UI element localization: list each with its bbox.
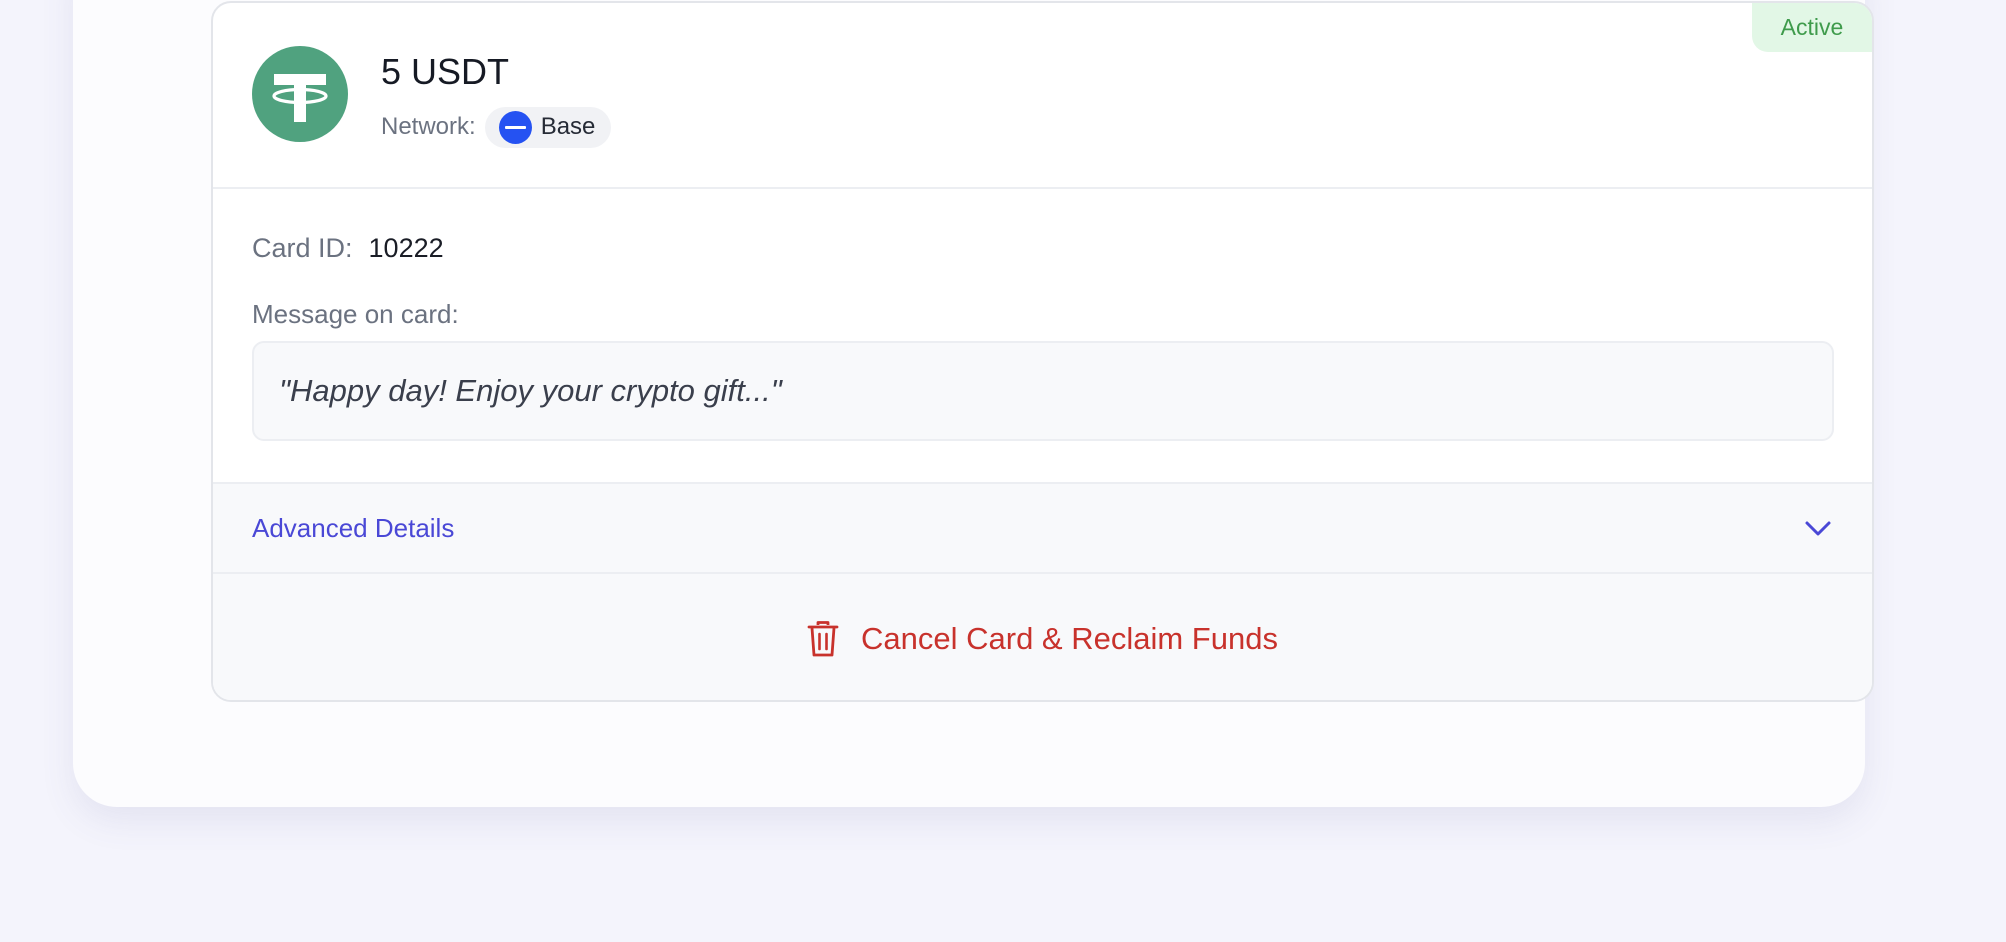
network-row: Network: Base [381, 106, 612, 148]
tether-usdt-icon [252, 46, 348, 142]
message-text: "Happy day! Enjoy your crypto gift..." [279, 373, 782, 408]
message-label: Message on card: [252, 299, 459, 329]
status-badge: Active [1752, 3, 1872, 52]
cancel-card-button[interactable]: Cancel Card & Reclaim Funds [213, 574, 1872, 700]
chevron-down-icon [1805, 521, 1831, 536]
card-id-row: Card ID: 10222 [252, 233, 444, 264]
advanced-details-label: Advanced Details [252, 512, 455, 543]
outer-panel: 5 USDT Network: Base Active Card ID: 102… [73, 0, 1874, 807]
message-box: "Happy day! Enjoy your crypto gift..." [252, 341, 1834, 441]
network-label: Network: [381, 113, 476, 140]
cancel-card-label: Cancel Card & Reclaim Funds [861, 621, 1278, 656]
card-amount: 5 USDT [381, 51, 510, 92]
trash-icon [807, 621, 839, 657]
card-header: 5 USDT Network: Base [213, 3, 1872, 189]
base-network-icon [498, 110, 532, 144]
card-id-label: Card ID: [252, 233, 353, 263]
network-badge: Base [484, 106, 612, 148]
gift-card: 5 USDT Network: Base Active Card ID: 102… [211, 1, 1874, 702]
network-name: Base [540, 113, 596, 140]
card-id-value: 10222 [368, 233, 444, 263]
advanced-details-toggle[interactable]: Advanced Details [213, 482, 1872, 574]
